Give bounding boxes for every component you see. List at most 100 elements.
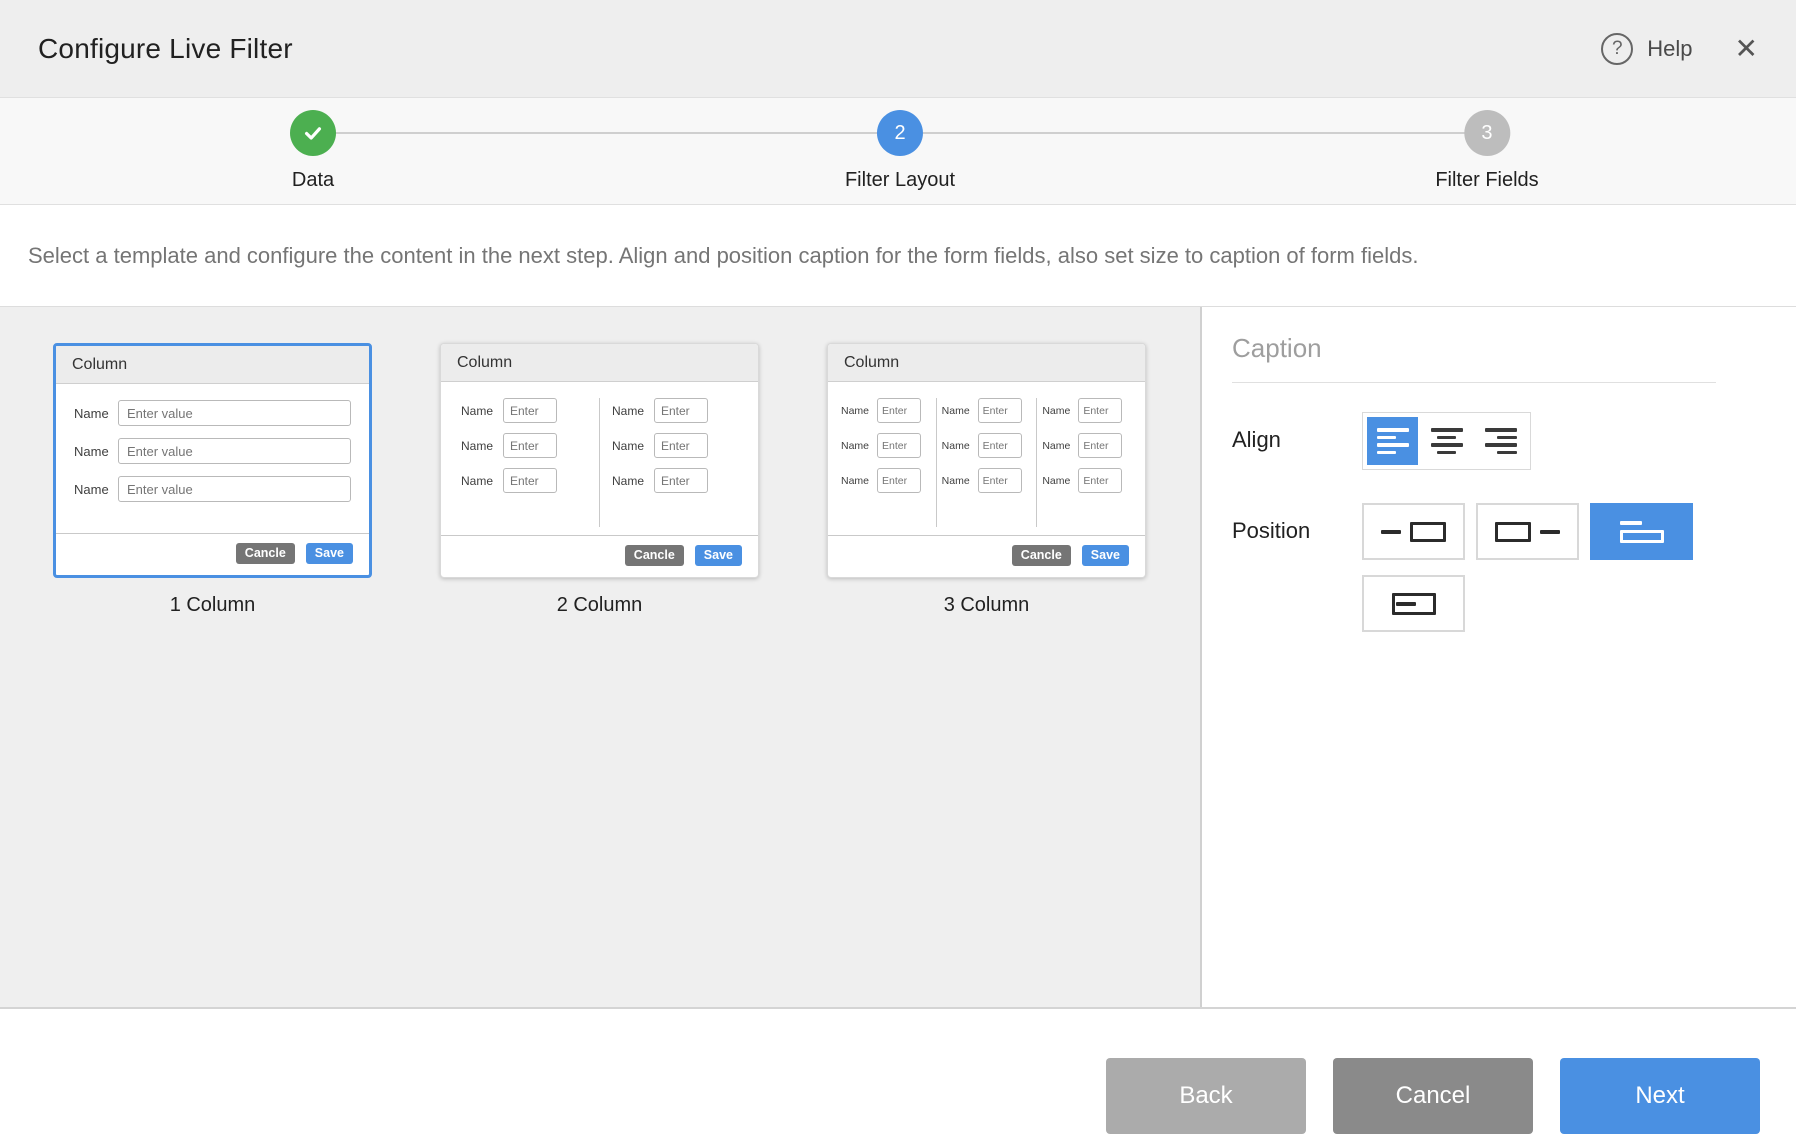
caption-dash-icon bbox=[1381, 530, 1401, 534]
preview-field-row: NameEnter bbox=[841, 398, 931, 423]
step-number: 2 bbox=[894, 122, 905, 145]
preview-field-row: NameEnter bbox=[1042, 433, 1132, 458]
preview-field-input: Enter bbox=[503, 468, 557, 493]
position-row: Position bbox=[1232, 503, 1796, 632]
preview-field-input: Enter bbox=[1078, 433, 1122, 458]
preview-column: NameEnter NameEnter NameEnter bbox=[1036, 398, 1137, 527]
align-center-button[interactable] bbox=[1421, 417, 1472, 465]
preview-field-row: NameEnter bbox=[461, 433, 587, 458]
preview-footer: Cancle Save bbox=[828, 535, 1145, 578]
preview-field-input: Enter bbox=[978, 398, 1022, 423]
align-button-group bbox=[1362, 412, 1531, 470]
step-circle-filter-fields: 3 bbox=[1464, 110, 1510, 156]
preview-field-input: Enter bbox=[1078, 468, 1122, 493]
caption-above-icon bbox=[1620, 521, 1664, 543]
preview-field-label: Name bbox=[841, 405, 877, 417]
instruction-text: Select a template and configure the cont… bbox=[0, 205, 1796, 307]
preview-field-label: Name bbox=[942, 405, 978, 417]
template-card-2-column[interactable]: ColumnNameEnterNameEnterNameEnterNameEnt… bbox=[440, 343, 759, 578]
template-card-1-column[interactable]: ColumnNameEnter valueNameEnter valueName… bbox=[53, 343, 372, 578]
preview-column: NameEnterNameEnterNameEnter bbox=[449, 398, 599, 527]
caption-dash-icon bbox=[1540, 530, 1560, 534]
preview-field-label: Name bbox=[461, 474, 503, 488]
next-button[interactable]: Next bbox=[1560, 1058, 1760, 1134]
preview-field-input: Enter bbox=[877, 433, 921, 458]
preview-field-label: Name bbox=[612, 474, 654, 488]
position-label: Position bbox=[1232, 503, 1362, 544]
template-tile-2-column: ColumnNameEnterNameEnterNameEnterNameEnt… bbox=[440, 343, 759, 617]
caption-dash-icon bbox=[1396, 602, 1416, 606]
step-number: 3 bbox=[1481, 122, 1492, 145]
preview-field-row: NameEnter bbox=[841, 468, 931, 493]
preview-field-input: Enter bbox=[978, 433, 1022, 458]
preview-save-button: Save bbox=[1082, 545, 1129, 567]
preview-field-row: NameEnter bbox=[841, 433, 931, 458]
align-label: Align bbox=[1232, 412, 1362, 453]
template-caption: 2 Column bbox=[440, 594, 759, 617]
preview-column: NameEnterNameEnterNameEnter bbox=[599, 398, 750, 527]
preview-field-label: Name bbox=[942, 440, 978, 452]
preview-field-label: Name bbox=[74, 482, 118, 497]
position-caption-inside-field-button[interactable] bbox=[1362, 575, 1465, 632]
preview-field-row: NameEnter bbox=[1042, 398, 1132, 423]
align-right-icon bbox=[1485, 428, 1517, 454]
preview-field-label: Name bbox=[612, 404, 654, 418]
preview-field-row: NameEnter value bbox=[74, 438, 351, 464]
template-caption: 1 Column bbox=[53, 594, 372, 617]
template-tile-3-column: ColumnNameEnterNameEnterNameEnterNameEnt… bbox=[827, 343, 1146, 617]
preview-field-row: NameEnter bbox=[942, 398, 1032, 423]
preview-header-label: Column bbox=[844, 354, 899, 372]
stepper: Data 2 Filter Layout 3Filter Fields bbox=[0, 98, 1796, 205]
preview-field-input: Enter bbox=[877, 468, 921, 493]
page-title: Configure Live Filter bbox=[38, 33, 293, 65]
preview-field-input: Enter bbox=[877, 398, 921, 423]
position-caption-right-of-field-button[interactable] bbox=[1476, 503, 1579, 560]
preview-field-input: Enter bbox=[978, 468, 1022, 493]
template-list: ColumnNameEnter valueNameEnter valueName… bbox=[0, 307, 1202, 1007]
preview-field-label: Name bbox=[942, 475, 978, 487]
dialog-footer: Back Cancel Next bbox=[0, 1007, 1796, 1140]
caption-panel-title: Caption bbox=[1232, 333, 1796, 364]
step-filter-layout[interactable]: 2 Filter Layout bbox=[845, 110, 955, 192]
close-icon[interactable]: ✕ bbox=[1735, 35, 1758, 63]
dialog-body: ColumnNameEnter valueNameEnter valueName… bbox=[0, 307, 1796, 1007]
align-row: Align bbox=[1232, 412, 1796, 470]
preview-cancel-button: Cancle bbox=[1012, 545, 1071, 567]
preview-field-input: Enter value bbox=[118, 438, 351, 464]
back-button[interactable]: Back bbox=[1106, 1058, 1306, 1134]
preview-header: Column bbox=[828, 344, 1145, 382]
preview-field-label: Name bbox=[74, 444, 118, 459]
preview-field-input: Enter bbox=[654, 468, 708, 493]
check-icon bbox=[302, 122, 324, 144]
preview-save-button: Save bbox=[306, 543, 353, 565]
preview-field-row: NameEnter bbox=[942, 433, 1032, 458]
preview-field-row: NameEnter bbox=[612, 398, 738, 423]
step-label: Filter Layout bbox=[845, 169, 955, 192]
preview-field-row: NameEnter bbox=[461, 468, 587, 493]
preview-field-row: NameEnter bbox=[1042, 468, 1132, 493]
align-right-button[interactable] bbox=[1475, 417, 1526, 465]
preview-field-input: Enter value bbox=[118, 476, 351, 502]
cancel-button[interactable]: Cancel bbox=[1333, 1058, 1533, 1134]
position-button-group bbox=[1362, 503, 1702, 632]
template-card-3-column[interactable]: ColumnNameEnterNameEnterNameEnterNameEnt… bbox=[827, 343, 1146, 578]
help-button[interactable]: ? Help bbox=[1601, 33, 1692, 65]
preview-field-input: Enter bbox=[654, 433, 708, 458]
position-caption-left-of-field-button[interactable] bbox=[1362, 503, 1465, 560]
preview-field-input: Enter bbox=[1078, 398, 1122, 423]
position-caption-above-field-button[interactable] bbox=[1590, 503, 1693, 560]
preview-header: Column bbox=[56, 346, 369, 384]
configure-live-filter-dialog: Configure Live Filter ? Help ✕ Data 2 Filt… bbox=[0, 0, 1796, 1140]
caption-dash-icon bbox=[1620, 521, 1642, 525]
preview-header-label: Column bbox=[72, 356, 127, 374]
preview-field-label: Name bbox=[612, 439, 654, 453]
step-circle-filter-layout: 2 bbox=[877, 110, 923, 156]
preview-footer: CancleSave bbox=[56, 533, 369, 576]
step-filter-fields[interactable]: 3Filter Fields bbox=[1435, 110, 1538, 192]
step-data[interactable]: Data bbox=[290, 110, 336, 192]
caption-inside-icon bbox=[1392, 593, 1436, 615]
preview-column: NameEnter valueNameEnter valueNameEnter … bbox=[64, 400, 361, 525]
preview-header: Column bbox=[441, 344, 758, 382]
preview-header-label: Column bbox=[457, 354, 512, 372]
align-left-button[interactable] bbox=[1367, 417, 1418, 465]
